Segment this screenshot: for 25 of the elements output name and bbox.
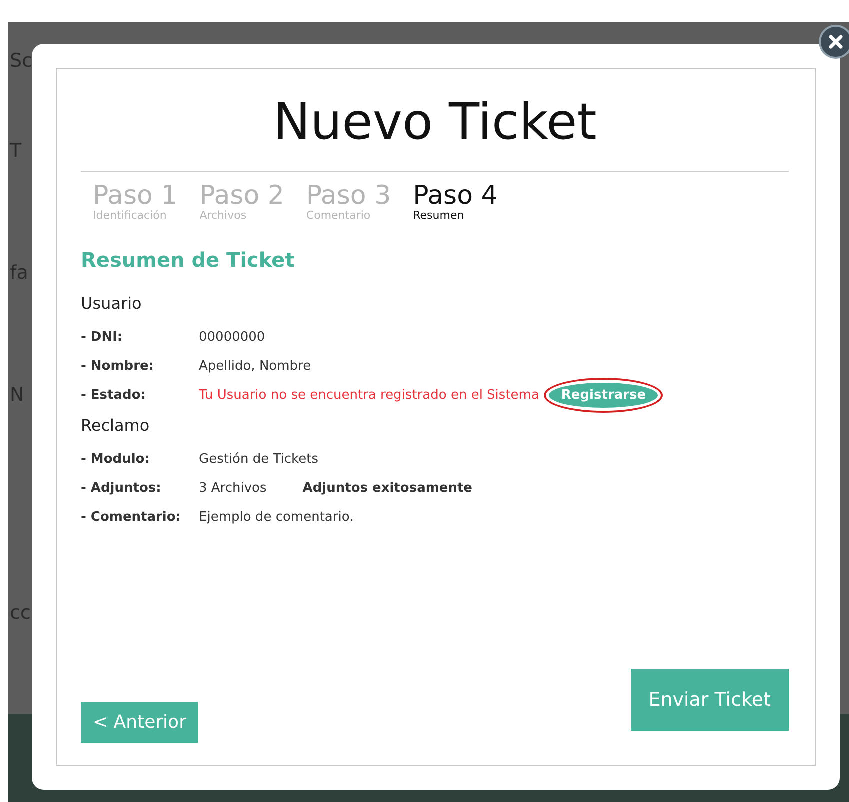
field-label: - Estado: — [81, 388, 147, 403]
field-value: 3 Archivos — [199, 481, 267, 496]
field-label: - Nombre: — [81, 359, 156, 374]
submit-button[interactable]: Enviar Ticket — [630, 669, 789, 731]
close-icon — [829, 35, 843, 49]
modal-title: Nuevo Ticket — [81, 69, 789, 172]
error-message: Tu Usuario no se encuentra registrado en el Sistema — [199, 388, 540, 403]
section-heading: Resumen de Ticket — [81, 248, 296, 272]
field-value: Gestión de Tickets — [199, 452, 318, 467]
field-label: - Comentario: — [81, 510, 182, 525]
register-button[interactable]: Registrarse — [549, 383, 658, 408]
field-value: Ejemplo de comentario. — [199, 510, 354, 525]
step-tab[interactable]: Paso 3 Comentario — [306, 182, 392, 222]
field-value: 00000000 — [199, 330, 266, 345]
step-tab[interactable]: Paso 2 Archivos — [200, 182, 284, 222]
field-value: Apellido, Nombre — [199, 359, 312, 374]
back-button[interactable]: < Anterior — [81, 702, 198, 743]
status-note: Adjuntos exitosamente — [302, 481, 472, 496]
field-label: - Adjuntos: — [81, 481, 162, 496]
step-tab[interactable]: Paso 4 Resumen — [413, 182, 498, 222]
step-tab[interactable]: Paso 1 Identificación — [93, 182, 178, 222]
field-label: - DNI: — [81, 330, 124, 345]
group-title: Reclamo — [81, 416, 151, 435]
field-label: - Modulo: — [81, 452, 151, 467]
group-title: Usuario — [81, 294, 143, 313]
